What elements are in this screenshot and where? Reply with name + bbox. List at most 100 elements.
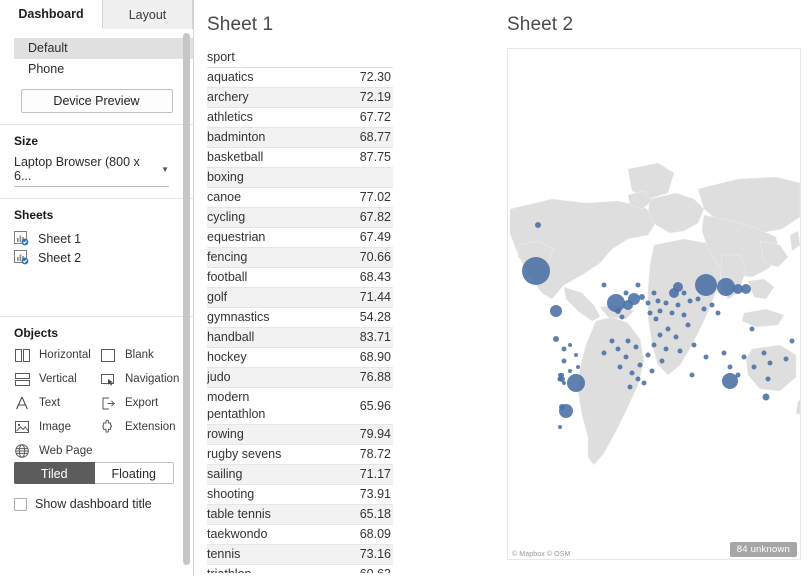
- object-extension[interactable]: Extension: [100, 419, 186, 435]
- object-export-label: Export: [125, 397, 158, 409]
- sheets-section: Sheets Sheet 1: [0, 199, 193, 317]
- sidebar-scrollbar-thumb[interactable]: [183, 33, 190, 565]
- image-icon: [14, 419, 30, 435]
- cell-value: 78.72: [300, 445, 393, 465]
- cell-value: 73.16: [300, 545, 393, 565]
- placement-toggle-group: Tiled Floating: [14, 462, 174, 484]
- table-row[interactable]: cycling67.82: [207, 208, 393, 228]
- object-text-label: Text: [39, 397, 60, 409]
- table-row[interactable]: football68.43: [207, 268, 393, 288]
- device-item-phone[interactable]: Phone: [14, 59, 179, 80]
- unknown-locations-badge[interactable]: 84 unknown: [730, 542, 797, 557]
- table-row[interactable]: athletics67.72: [207, 108, 393, 128]
- table-row[interactable]: taekwondo68.09: [207, 525, 393, 545]
- object-navigation[interactable]: Navigation: [100, 371, 186, 387]
- map-viewport[interactable]: © Mapbox © OSM 84 unknown: [508, 49, 801, 560]
- tab-layout-label: Layout: [129, 8, 167, 22]
- table-row[interactable]: fencing70.66: [207, 248, 393, 268]
- tiled-toggle-label: Tiled: [41, 467, 68, 481]
- table-row[interactable]: rugby sevens78.72: [207, 445, 393, 465]
- cell-value: 68.90: [300, 348, 393, 368]
- table-row[interactable]: golf71.44: [207, 288, 393, 308]
- device-preview-label: Device Preview: [53, 94, 139, 108]
- table-row[interactable]: aquatics72.30: [207, 68, 393, 88]
- size-dropdown[interactable]: Laptop Browser (800 x 6... ▼: [14, 155, 169, 187]
- horizontal-layout-icon: [14, 347, 30, 363]
- table-row[interactable]: basketball87.75: [207, 148, 393, 168]
- table-row[interactable]: triathlon60.63: [207, 565, 393, 573]
- table-row[interactable]: canoe77.02: [207, 188, 393, 208]
- table-row[interactable]: handball83.71: [207, 328, 393, 348]
- tiled-toggle[interactable]: Tiled: [14, 462, 95, 484]
- cell-sport: football: [207, 268, 300, 288]
- cell-sport: taekwondo: [207, 525, 300, 545]
- sheets-section-title: Sheets: [14, 208, 179, 222]
- objects-section: Objects Horizontal Blank: [0, 317, 193, 522]
- tab-dashboard[interactable]: Dashboard: [0, 0, 103, 29]
- cell-sport: rowing: [207, 425, 300, 445]
- table-row[interactable]: hockey68.90: [207, 348, 393, 368]
- cell-sport: golf: [207, 288, 300, 308]
- cell-sport: rugby sevens: [207, 445, 300, 465]
- object-web-page[interactable]: Web Page: [14, 443, 100, 459]
- vertical-layout-icon: [14, 371, 30, 387]
- cell-value: 68.77: [300, 128, 393, 148]
- sidebar-scrollbar[interactable]: [182, 33, 191, 572]
- table-row[interactable]: modern pentathlon65.96: [207, 388, 393, 425]
- cell-value: 60.63: [300, 565, 393, 573]
- table-row[interactable]: gymnastics54.28: [207, 308, 393, 328]
- device-item-default-label: Default: [28, 41, 68, 55]
- cell-sport: cycling: [207, 208, 300, 228]
- cell-value: 71.44: [300, 288, 393, 308]
- table-row[interactable]: judo76.88: [207, 368, 393, 388]
- cell-value: 79.94: [300, 425, 393, 445]
- device-preview-button[interactable]: Device Preview: [21, 89, 173, 113]
- column-header-sport: sport: [207, 48, 393, 68]
- floating-toggle[interactable]: Floating: [95, 462, 175, 484]
- table-row[interactable]: boxing: [207, 168, 393, 188]
- cell-sport: equestrian: [207, 228, 300, 248]
- table-row[interactable]: equestrian67.49: [207, 228, 393, 248]
- device-item-phone-label: Phone: [28, 62, 64, 76]
- cell-sport: boxing: [207, 168, 300, 188]
- table-row[interactable]: archery72.19: [207, 88, 393, 108]
- object-blank[interactable]: Blank: [100, 347, 186, 363]
- object-export[interactable]: Export: [100, 395, 186, 411]
- sheet1-title: Sheet 1: [207, 14, 499, 36]
- table-row[interactable]: sailing71.17: [207, 465, 393, 485]
- dashboard-canvas: Sheet 1 sport aquatics72.30archery72.19a…: [194, 0, 812, 576]
- sheet1-panel: Sheet 1 sport aquatics72.30archery72.19a…: [194, 0, 499, 576]
- cell-sport: badminton: [207, 128, 300, 148]
- sport-table: sport aquatics72.30archery72.19athletics…: [207, 48, 393, 573]
- device-item-default[interactable]: Default: [14, 38, 193, 59]
- sidebar-item-sheet-1-label: Sheet 1: [38, 232, 81, 246]
- object-image[interactable]: Image: [14, 419, 100, 435]
- world-map-graphic: [508, 49, 801, 560]
- cell-value: 72.30: [300, 68, 393, 88]
- show-dashboard-title-checkbox[interactable]: [14, 498, 27, 511]
- size-section-title: Size: [14, 134, 179, 148]
- object-text[interactable]: Text: [14, 395, 100, 411]
- show-dashboard-title-row[interactable]: Show dashboard title: [14, 497, 179, 511]
- cell-sport: athletics: [207, 108, 300, 128]
- object-navigation-label: Navigation: [125, 373, 179, 385]
- blank-icon: [100, 347, 116, 363]
- table-row[interactable]: shooting73.91: [207, 485, 393, 505]
- tab-layout[interactable]: Layout: [103, 0, 193, 29]
- map-container[interactable]: © Mapbox © OSM 84 unknown: [507, 48, 801, 560]
- table-row[interactable]: table tennis65.18: [207, 505, 393, 525]
- table-row[interactable]: tennis73.16: [207, 545, 393, 565]
- worksheet-icon: [14, 231, 29, 246]
- sidebar-tabbar: Dashboard Layout: [0, 0, 193, 29]
- cell-sport: fencing: [207, 248, 300, 268]
- table-row[interactable]: rowing79.94: [207, 425, 393, 445]
- object-vertical[interactable]: Vertical: [14, 371, 100, 387]
- cell-sport: tennis: [207, 545, 300, 565]
- sidebar-item-sheet-2[interactable]: Sheet 2: [14, 248, 179, 267]
- cell-value: 73.91: [300, 485, 393, 505]
- cell-sport: shooting: [207, 485, 300, 505]
- sheet1-table-container: sport aquatics72.30archery72.19athletics…: [207, 48, 393, 573]
- table-row[interactable]: badminton68.77: [207, 128, 393, 148]
- object-horizontal[interactable]: Horizontal: [14, 347, 100, 363]
- sidebar-item-sheet-1[interactable]: Sheet 1: [14, 229, 179, 248]
